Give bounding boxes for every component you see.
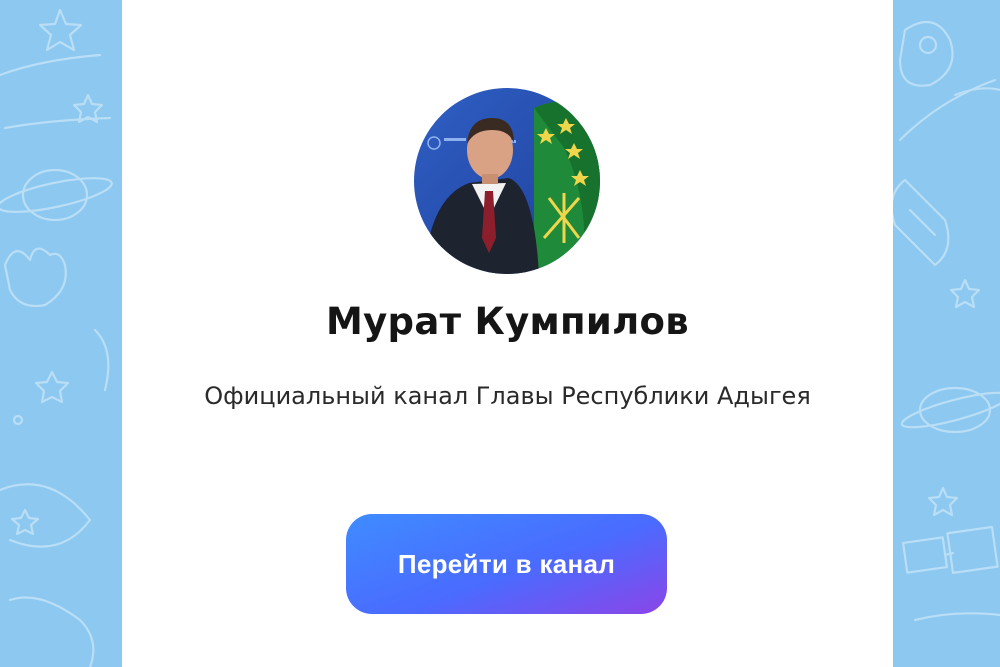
avatar-photo — [414, 88, 600, 274]
star-icon — [949, 278, 981, 309]
rocket-icon — [890, 178, 950, 267]
open-channel-button-label: Перейти в канал — [397, 548, 616, 579]
satellite-icon — [902, 525, 999, 574]
channel-name: Мурат Кумпилов — [326, 300, 689, 343]
rocket-icon — [898, 20, 954, 87]
planet-icon — [0, 168, 113, 222]
open-channel-button[interactable]: Перейти в канал — [346, 514, 667, 614]
star-icon — [38, 8, 83, 52]
comet-icon — [0, 483, 92, 548]
star-icon — [927, 486, 959, 517]
star-icon — [34, 370, 70, 404]
hand-icon — [3, 247, 67, 308]
channel-avatar[interactable] — [414, 88, 600, 274]
channel-description: Официальный канал Главы Республики Адыге… — [204, 382, 811, 410]
planet-icon — [900, 386, 1000, 434]
